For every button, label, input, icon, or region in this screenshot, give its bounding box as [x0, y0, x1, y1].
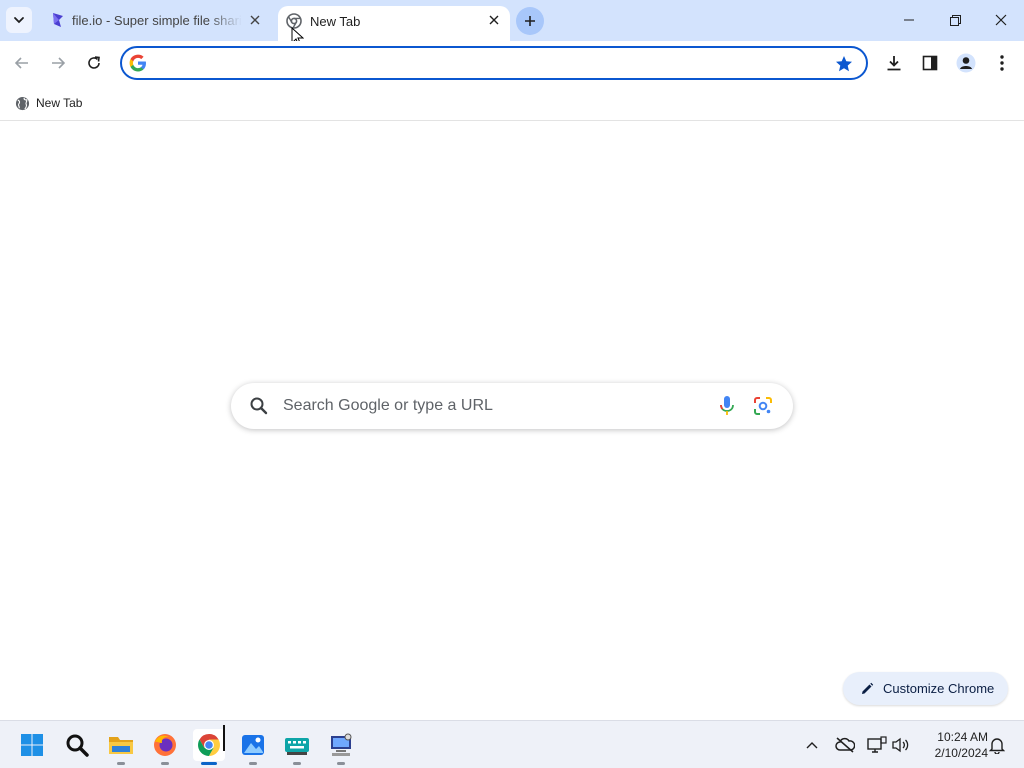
tab-title: file.io - Super simple file sharing: [72, 13, 242, 28]
chevron-up-icon: [806, 742, 818, 749]
close-tab-icon[interactable]: [485, 11, 503, 29]
taskbar-keyboard-app[interactable]: [281, 729, 313, 765]
taskbar-search-button[interactable]: [61, 729, 93, 761]
show-hidden-icons-button[interactable]: [800, 733, 824, 757]
clock-date: 2/10/2024: [934, 746, 988, 760]
onedrive-tray-icon[interactable]: [833, 733, 857, 757]
profile-button[interactable]: [952, 49, 980, 77]
reload-icon: [88, 56, 100, 69]
side-panel-icon: [922, 55, 938, 71]
downloads-button[interactable]: [880, 49, 908, 77]
taskbar-network-app[interactable]: [325, 729, 357, 765]
address-input[interactable]: [156, 52, 816, 74]
taskbar-file-explorer[interactable]: [105, 729, 137, 765]
plus-icon: [525, 16, 535, 26]
search-icon: [66, 734, 89, 757]
voice-search-icon[interactable]: [717, 395, 737, 417]
forward-button[interactable]: [44, 49, 72, 77]
folder-icon: [109, 737, 133, 754]
close-window-button[interactable]: [978, 0, 1024, 40]
tab-search-button[interactable]: [6, 7, 32, 33]
bell-icon: [989, 738, 1005, 754]
download-icon: [887, 56, 901, 71]
ethernet-icon: [867, 736, 887, 753]
clock-time: 10:24 AM: [937, 730, 988, 744]
back-button[interactable]: [8, 49, 36, 77]
pencil-icon: [859, 681, 875, 697]
google-g-icon: [129, 54, 146, 72]
minimize-button[interactable]: [886, 0, 932, 40]
network-computer-icon: [331, 733, 352, 756]
bookmark-new-tab[interactable]: New Tab: [8, 91, 88, 115]
taskbar-firefox[interactable]: [149, 729, 181, 765]
reload-button[interactable]: [80, 49, 108, 77]
screen: file.io - Super simple file sharing New …: [0, 0, 1024, 768]
new-tab-page: Search Google or type a URL Customize Ch…: [0, 121, 1024, 720]
close-tab-icon[interactable]: [246, 11, 264, 29]
restore-icon: [949, 14, 961, 26]
speaker-icon: [892, 737, 909, 753]
arrow-left-icon: [15, 57, 28, 69]
volume-tray-icon[interactable]: [889, 733, 913, 757]
new-tab-button[interactable]: [516, 7, 544, 35]
tab-new-tab[interactable]: New Tab: [278, 6, 510, 41]
running-indicator: [293, 762, 301, 765]
network-tray-icon[interactable]: [865, 733, 889, 757]
toolbar: [0, 41, 1024, 85]
tab-title: New Tab: [310, 14, 361, 29]
arrow-right-icon: [52, 57, 65, 69]
side-panel-button[interactable]: [916, 49, 944, 77]
cloud-offline-icon: [835, 737, 855, 753]
tab-fileio[interactable]: file.io - Super simple file sharing: [40, 0, 272, 41]
active-indicator: [201, 762, 217, 765]
windows-start-icon: [21, 734, 43, 756]
more-vert-icon: [1000, 55, 1004, 71]
chrome-icon: [198, 734, 220, 756]
bookmarks-bar: New Tab: [0, 85, 1024, 121]
taskbar-chrome[interactable]: [193, 729, 225, 765]
customize-chrome-button[interactable]: Customize Chrome: [843, 672, 1008, 705]
taskbar: 10:24 AM 2/10/2024: [0, 720, 1024, 768]
keyboard-icon: [285, 738, 309, 755]
firefox-icon: [154, 734, 176, 756]
globe-icon: [14, 95, 30, 111]
clock[interactable]: 10:24 AM 2/10/2024: [920, 729, 988, 761]
bookmark-label: New Tab: [36, 96, 83, 110]
customize-label: Customize Chrome: [883, 681, 995, 696]
running-indicator: [337, 762, 345, 765]
search-icon: [250, 397, 268, 415]
notifications-button[interactable]: [985, 733, 1009, 757]
running-indicator: [117, 762, 125, 765]
search-placeholder: Search Google or type a URL: [283, 397, 493, 414]
photos-icon: [242, 735, 264, 755]
menu-button[interactable]: [988, 49, 1016, 77]
text-cursor: [223, 725, 225, 751]
omnibox[interactable]: [120, 46, 868, 80]
chevron-down-icon: [14, 17, 24, 24]
google-lens-icon[interactable]: [753, 396, 773, 416]
running-indicator: [161, 762, 169, 765]
tab-strip: file.io - Super simple file sharing New …: [0, 0, 1024, 47]
close-icon: [995, 14, 1007, 26]
minimize-icon: [904, 19, 914, 21]
taskbar-photos[interactable]: [237, 729, 269, 765]
restore-button[interactable]: [932, 0, 978, 40]
running-indicator: [249, 762, 257, 765]
start-button[interactable]: [16, 729, 48, 761]
bookmark-star-icon[interactable]: [834, 54, 854, 74]
fileio-icon: [50, 12, 66, 28]
profile-icon: [956, 53, 976, 73]
google-search-box[interactable]: Search Google or type a URL: [231, 383, 793, 429]
